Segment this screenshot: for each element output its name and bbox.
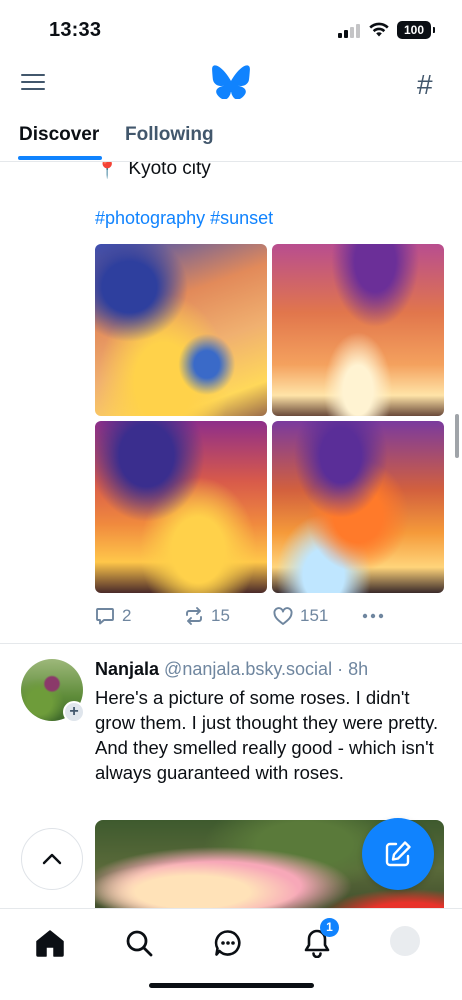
status-bar: 13:33 100	[0, 0, 462, 58]
author-handle[interactable]: @nanjala.bsky.social	[164, 659, 332, 679]
reply-icon	[96, 608, 114, 625]
more-options-button[interactable]	[362, 604, 384, 628]
like-count: 151	[300, 606, 329, 625]
post-text: Here's a picture of some roses. I didn't…	[95, 687, 439, 783]
post-actions: 2 15 151	[95, 606, 444, 630]
nav-chat[interactable]	[211, 926, 245, 960]
profile-avatar[interactable]	[390, 926, 420, 956]
post-divider	[0, 643, 462, 644]
status-time: 13:33	[49, 19, 102, 41]
compose-icon	[385, 841, 411, 867]
post-meta: Nanjala @nanjala.bsky.social · 8h	[95, 659, 368, 680]
reply-count: 2	[122, 606, 132, 625]
location-text: Kyoto city	[128, 162, 211, 179]
bluesky-logo-icon	[212, 65, 250, 99]
reply-button[interactable]: 2	[95, 606, 131, 626]
repost-count: 15	[211, 606, 230, 625]
pin-icon: 📍	[96, 162, 119, 179]
repost-icon	[186, 607, 202, 625]
post-location: 📍 Kyoto city	[96, 162, 211, 180]
sunset-photo-4[interactable]	[272, 421, 444, 593]
cellular-signal-icon	[338, 23, 362, 38]
more-icon	[362, 613, 384, 619]
home-icon	[36, 930, 64, 957]
follow-plus-icon[interactable]: +	[63, 701, 85, 723]
wifi-icon	[369, 22, 389, 37]
home-indicator	[149, 983, 314, 988]
chevron-up-icon	[42, 853, 62, 865]
author-name[interactable]: Nanjala	[95, 659, 159, 679]
post-time: 8h	[348, 659, 369, 679]
post-hashtags[interactable]: #photography #sunset	[95, 208, 273, 229]
sunset-photo-2[interactable]	[272, 244, 444, 416]
tab-discover[interactable]: Discover	[19, 124, 99, 146]
sunset-photo-1[interactable]	[95, 244, 267, 416]
meta-separator: ·	[337, 659, 344, 679]
sunset-photo-3[interactable]	[95, 421, 267, 593]
compose-post-button[interactable]	[362, 818, 434, 890]
notifications-badge: 1	[320, 918, 339, 937]
scrollbar[interactable]	[455, 414, 459, 458]
nav-home[interactable]	[33, 926, 67, 960]
photo-grid	[95, 244, 444, 593]
repost-button[interactable]: 15	[184, 606, 230, 626]
nav-search[interactable]	[122, 926, 156, 960]
scroll-to-top-button[interactable]	[21, 828, 83, 890]
active-tab-indicator	[18, 156, 102, 160]
tab-following[interactable]: Following	[125, 124, 214, 146]
chat-icon	[214, 930, 241, 956]
feed-tabs: Discover Following	[0, 112, 462, 162]
app-header: #	[0, 58, 462, 110]
heart-icon	[273, 606, 293, 625]
like-button[interactable]: 151	[273, 606, 328, 626]
feed[interactable]: 📍 Kyoto city #photography #sunset 2 15 1…	[0, 162, 462, 908]
search-icon	[126, 930, 153, 957]
hash-icon[interactable]: #	[417, 69, 433, 101]
battery-indicator: 100	[397, 21, 435, 39]
menu-icon[interactable]	[21, 72, 45, 92]
